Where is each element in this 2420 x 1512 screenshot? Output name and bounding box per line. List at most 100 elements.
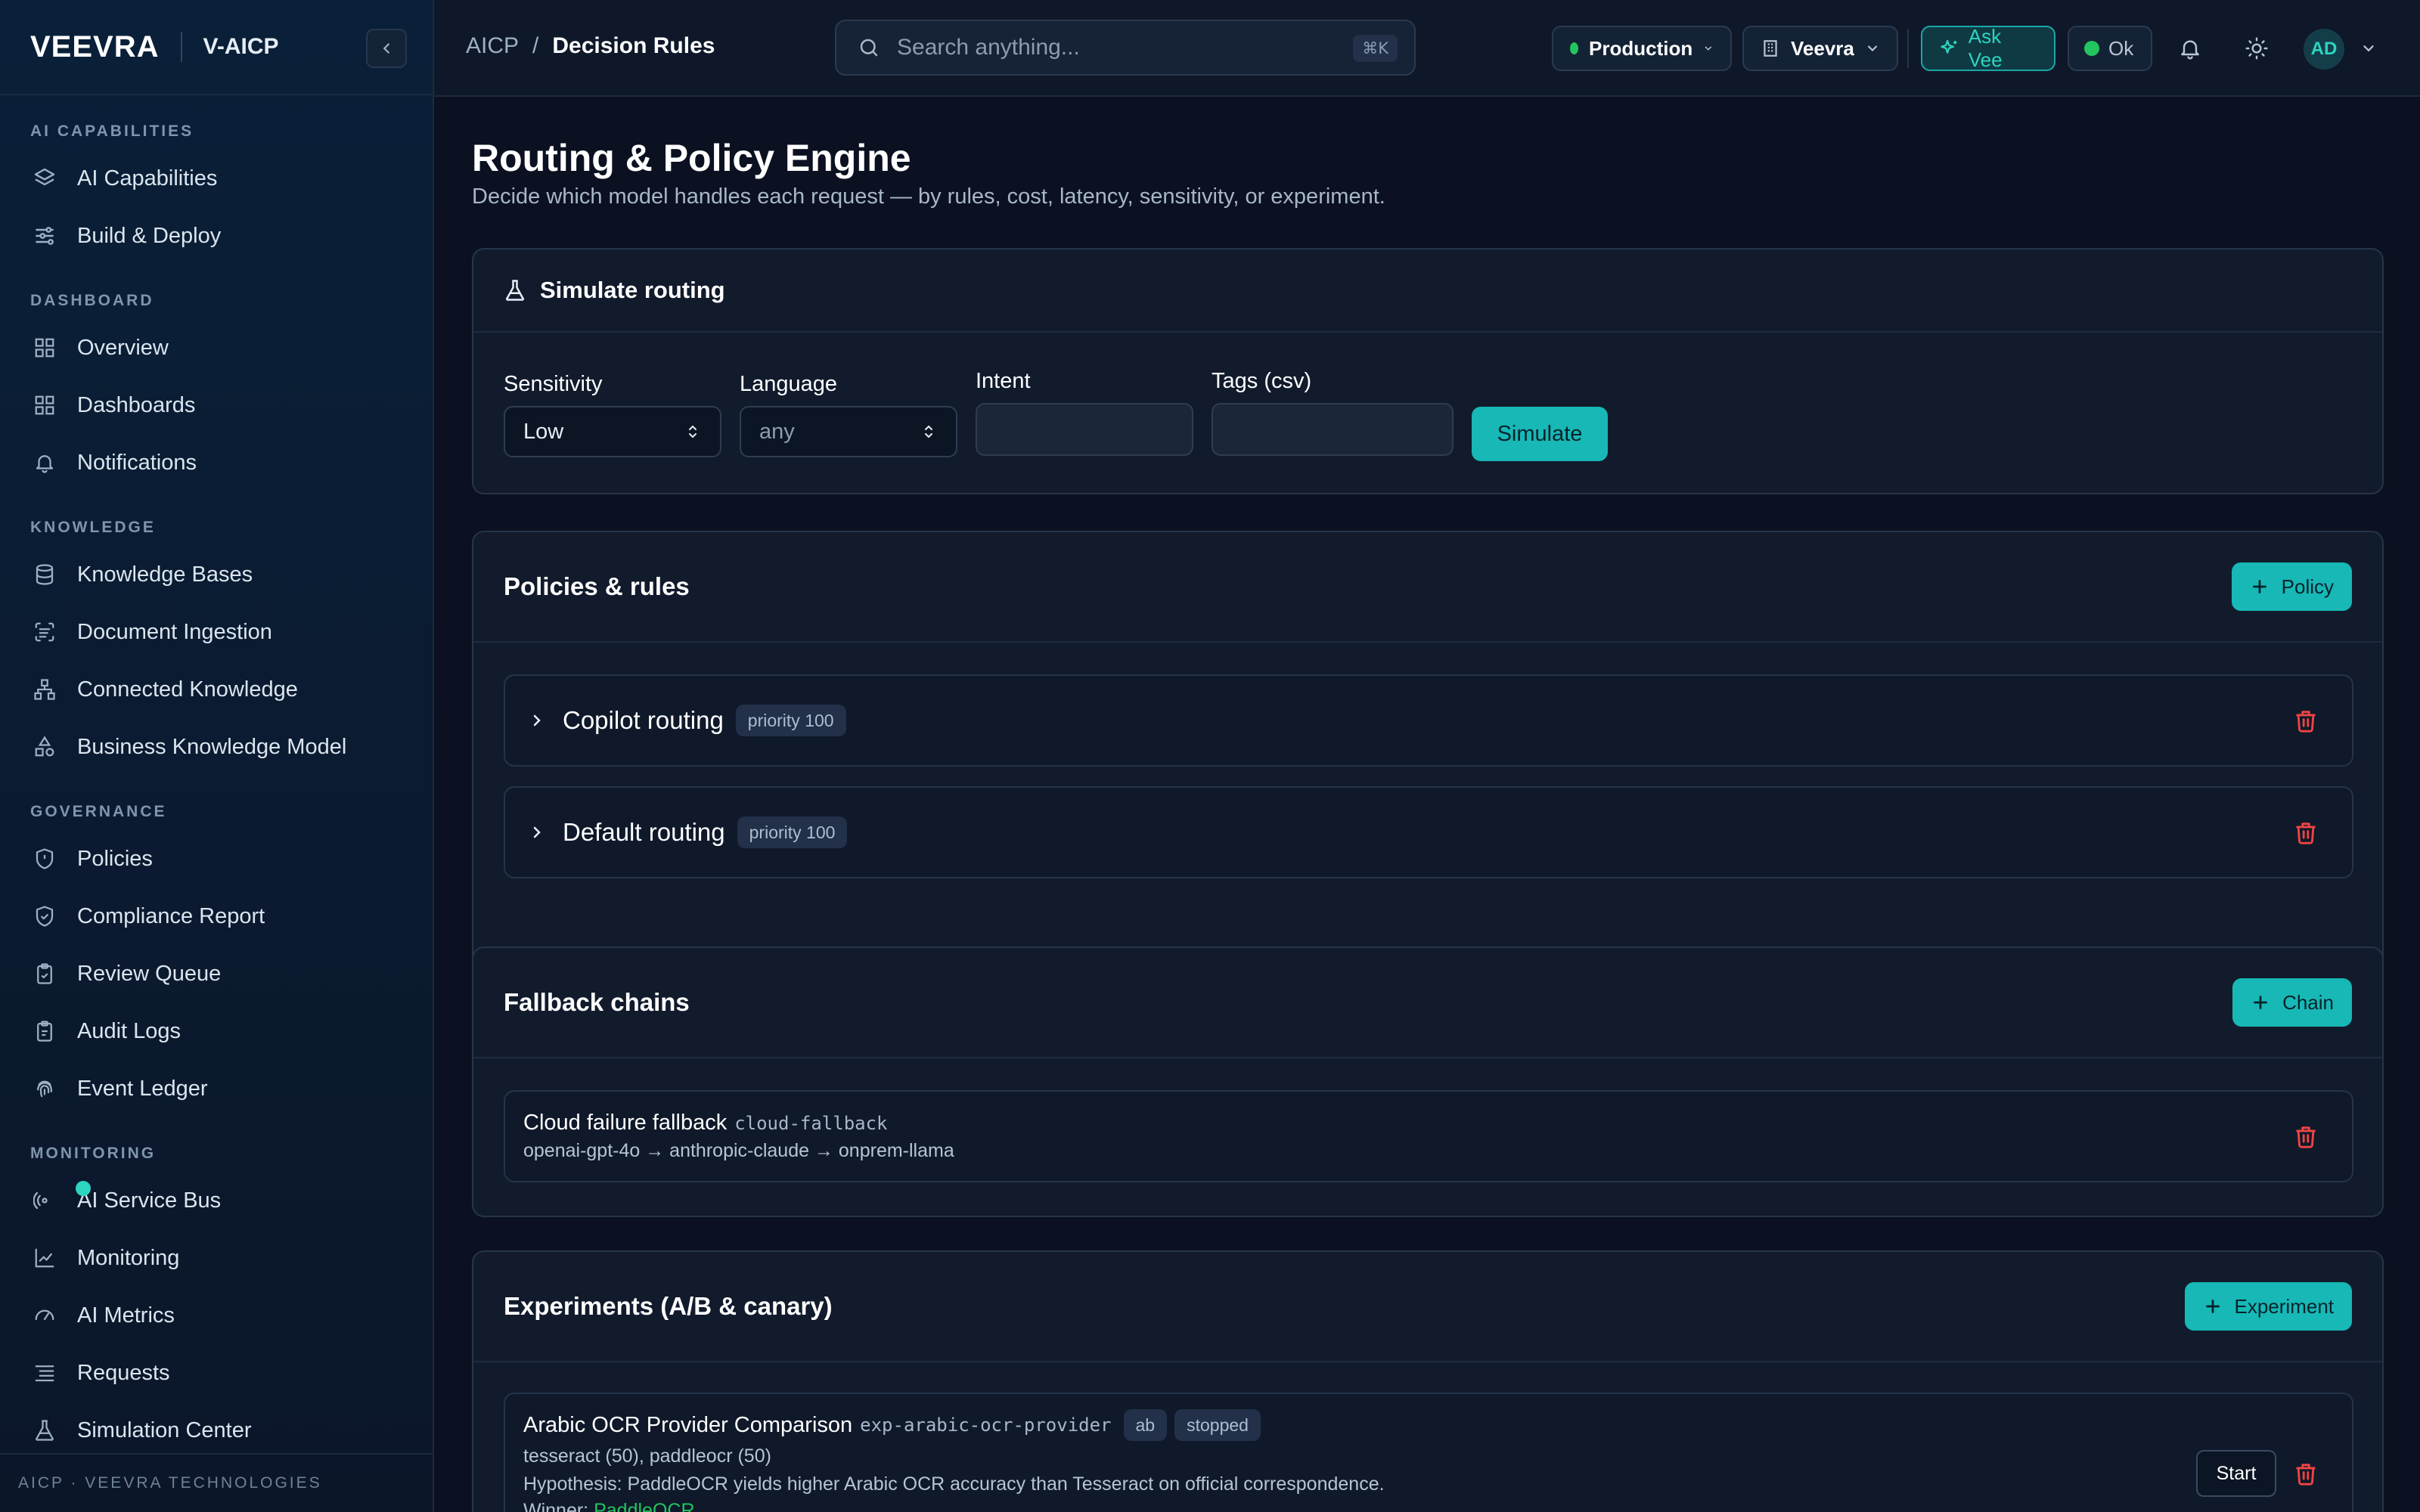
intent-input[interactable] — [976, 403, 1193, 456]
experiment-heading: Arabic OCR Provider Comparison exp-arabi… — [523, 1409, 1261, 1441]
sidebar-item-label: Overview — [77, 335, 169, 360]
fallback-chains-card: Fallback chains Chain Cloud failure fall… — [472, 947, 2384, 1217]
add-experiment-label: Experiment — [2234, 1294, 2335, 1318]
experiment-status-badge: stopped — [1174, 1409, 1261, 1441]
network-icon — [32, 677, 57, 702]
sidebar-item-label: Build & Deploy — [77, 223, 222, 248]
status-label: Ok — [2108, 36, 2134, 60]
brand-logo[interactable]: VEEVRA — [30, 30, 160, 64]
sidebar-item-document-ingestion[interactable]: Document Ingestion — [29, 603, 404, 661]
environment-selector[interactable]: Production — [1552, 26, 1732, 71]
sidebar-item-policies[interactable]: Policies — [29, 830, 404, 888]
page-title: Routing & Policy Engine — [472, 137, 911, 179]
sidebar-item-notifications[interactable]: Notifications — [29, 434, 404, 491]
sidebar-item-business-knowledge-model[interactable]: Business Knowledge Model — [29, 718, 404, 776]
sidebar-item-event-ledger[interactable]: Event Ledger — [29, 1060, 404, 1117]
org-selector[interactable]: Veevra — [1742, 26, 1898, 71]
priority-badge: priority 100 — [735, 705, 846, 736]
building-icon — [1764, 40, 1777, 57]
sensitivity-select[interactable]: Low — [504, 406, 721, 457]
sidebar-item-ai-metrics[interactable]: AI Metrics — [29, 1287, 404, 1344]
policies-title: Policies & rules — [504, 572, 690, 600]
sidebar-item-label: Knowledge Bases — [77, 562, 253, 587]
experiment-row[interactable]: Arabic OCR Provider Comparison exp-arabi… — [504, 1393, 2353, 1512]
intent-label: Intent — [976, 369, 1031, 393]
sidebar-item-monitoring[interactable]: Monitoring — [29, 1229, 404, 1287]
tags-input[interactable] — [1212, 403, 1454, 456]
sidebar-item-build-deploy[interactable]: Build & Deploy — [29, 207, 404, 265]
sidebar-item-label: AI Service Bus — [77, 1188, 222, 1213]
sidebar-item-label: Requests — [77, 1360, 170, 1385]
sidebar-item-connected-knowledge[interactable]: Connected Knowledge — [29, 661, 404, 718]
sidebar-item-label: Connected Knowledge — [77, 677, 298, 702]
plus-icon — [2252, 580, 2266, 593]
simulate-routing-card: Simulate routing Sensitivity Low Languag… — [472, 248, 2384, 494]
simulate-button[interactable]: Simulate — [1472, 407, 1608, 461]
sidebar-item-audit-logs[interactable]: Audit Logs — [29, 1002, 404, 1060]
card-header: Fallback chains Chain — [473, 948, 2382, 1058]
sidebar-item-ai-service-bus[interactable]: AI Service Bus — [29, 1172, 404, 1229]
notifications-button[interactable] — [2175, 33, 2205, 64]
collapse-sidebar-button[interactable] — [366, 29, 407, 68]
sidebar-section-knowledge: KNOWLEDGE Knowledge Bases Document Inges… — [0, 519, 433, 776]
global-search[interactable]: ⌘K — [835, 20, 1416, 76]
sensitivity-value: Low — [523, 419, 564, 444]
sidebar-item-dashboards[interactable]: Dashboards — [29, 376, 404, 434]
add-experiment-button[interactable]: Experiment — [2184, 1282, 2352, 1331]
policy-row[interactable]: Default routing priority 100 — [504, 786, 2353, 878]
add-policy-button[interactable]: Policy — [2231, 562, 2352, 611]
card-header: Experiments (A/B & canary) Experiment — [473, 1252, 2382, 1362]
trash-icon[interactable] — [2293, 1123, 2319, 1149]
fallback-chain-row[interactable]: Cloud failure fallback cloud-fallback op… — [504, 1090, 2353, 1182]
scan-text-icon — [32, 619, 57, 645]
page-subtitle: Decide which model handles each request … — [472, 184, 1385, 209]
status-dot — [2084, 41, 2099, 56]
ask-vee-button[interactable]: Ask Vee — [1921, 25, 2055, 71]
user-menu-toggle[interactable] — [2353, 33, 2384, 64]
language-select[interactable]: any — [740, 406, 957, 457]
theme-toggle-button[interactable] — [2242, 33, 2272, 64]
list-icon — [32, 1360, 57, 1386]
plus-icon — [2205, 1300, 2220, 1313]
sidebar-item-overview[interactable]: Overview — [29, 319, 404, 376]
sidebar-item-compliance-report[interactable]: Compliance Report — [29, 888, 404, 945]
section-title: MONITORING — [30, 1145, 157, 1162]
chevron-left-icon — [383, 43, 389, 54]
card-title: Simulate routing — [504, 277, 725, 304]
trash-icon[interactable] — [2293, 708, 2319, 733]
sensitivity-field: Sensitivity Low — [504, 372, 721, 457]
sidebar-item-label: Event Ledger — [77, 1076, 208, 1101]
add-chain-button[interactable]: Chain — [2232, 978, 2352, 1027]
trash-icon[interactable] — [2293, 820, 2319, 845]
live-status-dot — [76, 1181, 91, 1196]
sidebar-item-ai-capabilities[interactable]: AI Capabilities — [29, 150, 404, 207]
topbar: AICP / Decision Rules ⌘K Production Veev… — [434, 0, 2420, 97]
language-label: Language — [740, 372, 838, 396]
sensitivity-label: Sensitivity — [504, 372, 603, 396]
sidebar-item-simulation-center[interactable]: Simulation Center — [29, 1402, 404, 1459]
tags-field: Tags (csv) — [1212, 369, 1454, 456]
chain-slug: cloud-fallback — [734, 1113, 888, 1134]
sidebar-item-review-queue[interactable]: Review Queue — [29, 945, 404, 1002]
fingerprint-icon — [32, 1076, 57, 1101]
experiments-card: Experiments (A/B & canary) Experiment Ar… — [472, 1250, 2384, 1512]
policies-card: Policies & rules Policy Copilot routing … — [472, 531, 2384, 1007]
add-chain-label: Chain — [2282, 990, 2334, 1014]
chevron-right-icon[interactable] — [528, 823, 546, 841]
sidebar-item-knowledge-bases[interactable]: Knowledge Bases — [29, 546, 404, 603]
start-experiment-button[interactable]: Start — [2196, 1450, 2276, 1497]
sidebar-item-requests[interactable]: Requests — [29, 1344, 404, 1402]
breadcrumb-root[interactable]: AICP — [466, 33, 519, 59]
breadcrumb-separator: / — [532, 33, 539, 58]
shapes-icon — [32, 734, 57, 760]
product-name: V-AICP — [203, 34, 279, 59]
system-status-badge[interactable]: Ok — [2068, 26, 2152, 71]
chain-name: Cloud failure fallback — [523, 1111, 728, 1135]
trash-icon[interactable] — [2293, 1461, 2319, 1486]
policy-row[interactable]: Copilot routing priority 100 — [504, 674, 2353, 767]
bell-icon — [2181, 40, 2199, 60]
sidebar-item-label: Notifications — [77, 450, 197, 475]
user-avatar[interactable]: AD — [2304, 29, 2344, 70]
search-input[interactable] — [897, 35, 1320, 60]
chevron-right-icon[interactable] — [528, 711, 546, 730]
